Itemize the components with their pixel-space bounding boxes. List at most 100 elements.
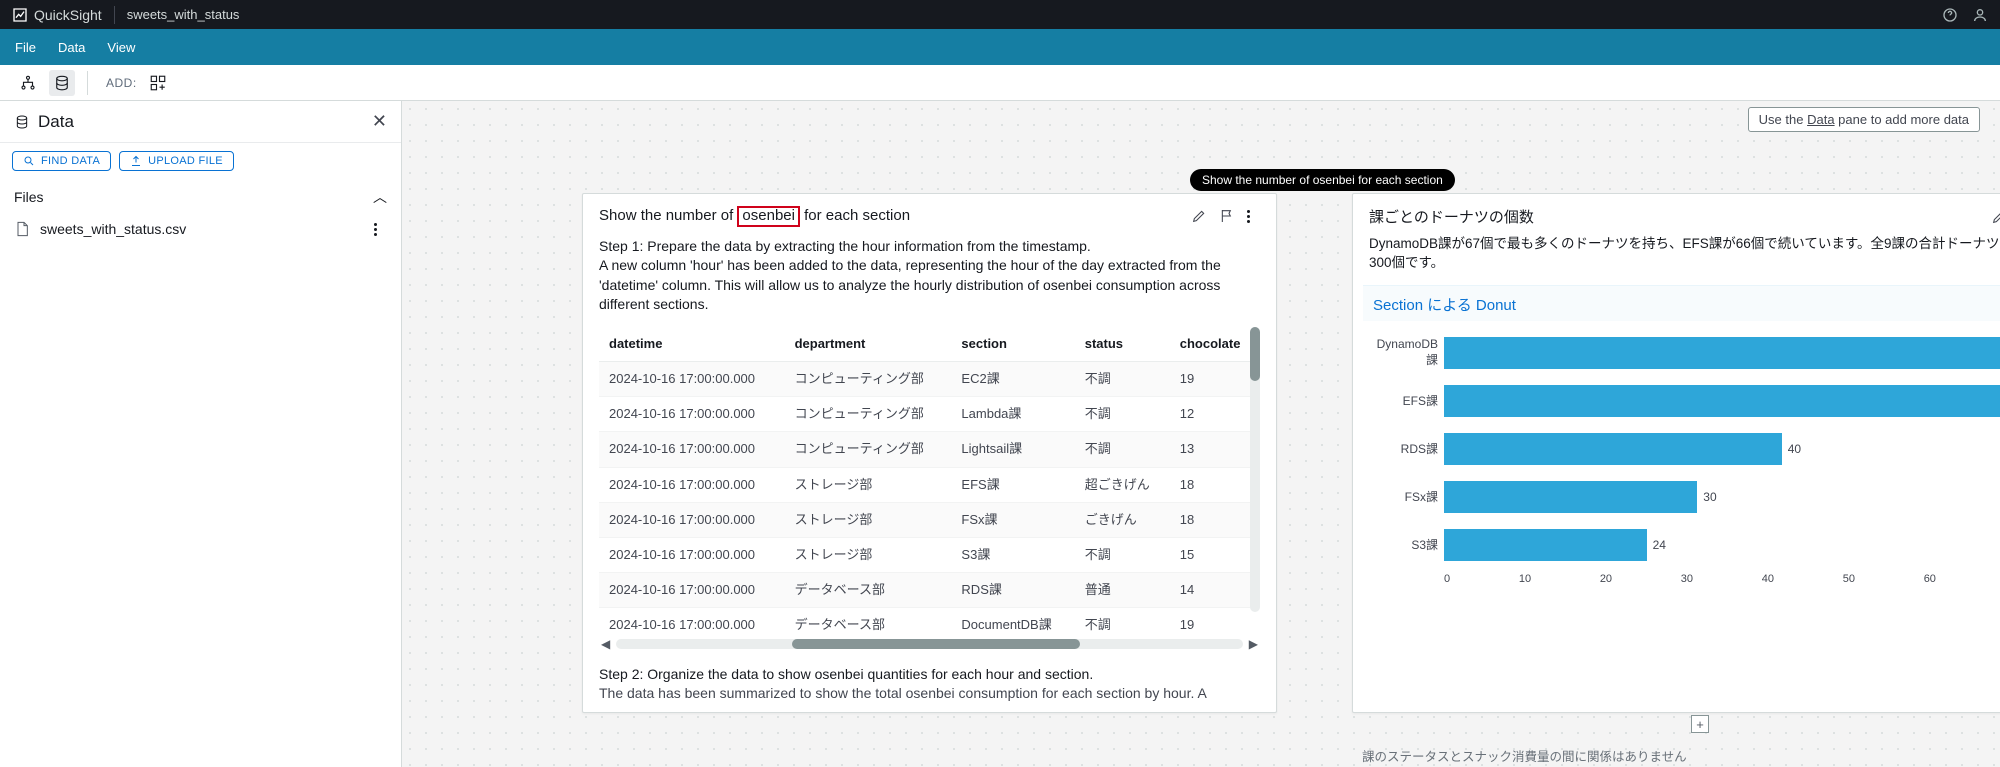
title-post: for each section — [800, 207, 910, 224]
col-section[interactable]: section — [951, 327, 1074, 362]
bar[interactable] — [1444, 385, 2000, 417]
sidebar-title: Data — [14, 112, 74, 132]
table-cell: FSx課 — [951, 502, 1074, 537]
title-highlight: osenbei — [737, 206, 800, 227]
x-tick: 40 — [1762, 573, 1774, 585]
canvas[interactable]: Use the Data pane to add more data Show … — [402, 101, 2000, 767]
right-summary: DynamoDB課が67個で最も多くのドーナツを持ち、EFS課が66個で続いてい… — [1353, 235, 2000, 279]
scroll-left-icon[interactable]: ◀ — [601, 636, 610, 653]
table-cell: 15 — [1170, 538, 1260, 573]
data-table: datetime department section status choco… — [599, 327, 1260, 634]
top-bar: QuickSight sweets_with_status — [0, 0, 2000, 29]
user-icon[interactable] — [1972, 7, 1988, 23]
table-row[interactable]: 2024-10-16 17:00:00.000コンピューティング部EC2課不調1… — [599, 362, 1260, 397]
bar[interactable] — [1444, 337, 2000, 369]
close-icon[interactable]: ✕ — [372, 111, 387, 132]
title-pre: Show the number of — [599, 207, 737, 224]
table-cell: データベース部 — [785, 608, 952, 634]
help-icon[interactable] — [1942, 7, 1958, 23]
app-logo[interactable]: QuickSight — [12, 7, 102, 23]
table-row[interactable]: 2024-10-16 17:00:00.000コンピューティング部Lambda課… — [599, 397, 1260, 432]
bar-label: S3課 — [1369, 536, 1444, 553]
banner-link[interactable]: Data — [1807, 112, 1834, 127]
hscroll-track[interactable] — [616, 639, 1243, 649]
files-section-header[interactable]: Files ︿ — [0, 179, 401, 213]
flag-icon[interactable] — [1219, 208, 1235, 224]
find-data-button[interactable]: FIND DATA — [12, 151, 111, 171]
table-cell: 不調 — [1075, 432, 1170, 467]
data-panel-icon[interactable] — [49, 70, 75, 96]
table-cell: Lambda課 — [951, 397, 1074, 432]
bar-value: 24 — [1653, 538, 1666, 552]
table-row[interactable]: 2024-10-16 17:00:00.000ストレージ部S3課不調15 — [599, 538, 1260, 573]
menu-file[interactable]: File — [15, 40, 36, 55]
hscroll-thumb[interactable] — [792, 639, 1080, 649]
bar-track: 66 — [1444, 385, 2000, 417]
sidebar-header: Data ✕ — [0, 101, 401, 143]
toolbar-divider — [87, 71, 88, 95]
col-datetime[interactable]: datetime — [599, 327, 785, 362]
table-cell: 19 — [1170, 362, 1260, 397]
chart-subtitle: Section による Donut — [1363, 285, 2000, 321]
file-name: sweets_with_status.csv — [40, 221, 186, 237]
vscroll-thumb[interactable] — [1250, 327, 1260, 381]
table-cell: 2024-10-16 17:00:00.000 — [599, 608, 785, 634]
x-tick: 60 — [1924, 573, 1936, 585]
table-row[interactable]: 2024-10-16 17:00:00.000ストレージ部FSx課ごきげん18 — [599, 502, 1260, 537]
table-row[interactable]: 2024-10-16 17:00:00.000データベース部RDS課普通14 — [599, 573, 1260, 608]
add-visual-icon[interactable] — [145, 70, 171, 96]
table-cell: Lightsail課 — [951, 432, 1074, 467]
edit-icon[interactable] — [1991, 209, 2000, 225]
search-icon — [23, 155, 35, 167]
upload-file-button[interactable]: UPLOAD FILE — [119, 151, 234, 171]
topbar-left: QuickSight sweets_with_status — [12, 6, 239, 24]
table-cell: 2024-10-16 17:00:00.000 — [599, 467, 785, 502]
bar-row: RDS課40 — [1369, 425, 2000, 473]
bar[interactable] — [1444, 529, 1647, 561]
visual-more-icon[interactable] — [1247, 210, 1260, 223]
col-chocolate[interactable]: chocolate — [1170, 327, 1260, 362]
right-footer-text: 課のステータスとスナック消費量の間に関係はありません — [1362, 746, 1687, 765]
hierarchy-icon[interactable] — [15, 70, 41, 96]
x-tick: 30 — [1681, 573, 1693, 585]
table-cell: 超ごきげん — [1075, 467, 1170, 502]
upload-file-label: UPLOAD FILE — [148, 155, 223, 167]
table-row[interactable]: 2024-10-16 17:00:00.000データベース部DocumentDB… — [599, 608, 1260, 634]
step1-line1: Step 1: Prepare the data by extracting t… — [599, 237, 1260, 257]
scroll-right-icon[interactable]: ▶ — [1249, 636, 1258, 653]
bar-value: 30 — [1703, 490, 1716, 504]
table-cell: 2024-10-16 17:00:00.000 — [599, 573, 785, 608]
visual-left[interactable]: Show the number of osenbei for each sect… — [582, 193, 1277, 713]
visual-right-icons — [1991, 209, 2000, 225]
table-cell: 12 — [1170, 397, 1260, 432]
menu-data[interactable]: Data — [58, 40, 85, 55]
menu-view[interactable]: View — [107, 40, 135, 55]
horizontal-scroll-row: ◀ ▶ — [599, 634, 1260, 659]
table-cell: DocumentDB課 — [951, 608, 1074, 634]
table-row[interactable]: 2024-10-16 17:00:00.000ストレージ部EFS課超ごきげん18 — [599, 467, 1260, 502]
table-cell: 不調 — [1075, 397, 1170, 432]
sidebar-actions: FIND DATA UPLOAD FILE — [0, 143, 401, 179]
document-title[interactable]: sweets_with_status — [127, 7, 240, 22]
bar-label: DynamoDB課 — [1369, 337, 1444, 368]
bar-track: 30 — [1444, 481, 2000, 513]
add-button[interactable]: + — [1691, 715, 1709, 733]
table-cell: RDS課 — [951, 573, 1074, 608]
more-icon[interactable] — [374, 223, 387, 236]
edit-icon[interactable] — [1191, 208, 1207, 224]
bar-row: S3課 24 — [1369, 521, 2000, 569]
visual-left-title: Show the number of osenbei for each sect… — [599, 206, 910, 227]
file-row[interactable]: sweets_with_status.csv — [0, 213, 401, 245]
bar[interactable] — [1444, 481, 1697, 513]
col-status[interactable]: status — [1075, 327, 1170, 362]
table-row[interactable]: 2024-10-16 17:00:00.000コンピューティング部Lightsa… — [599, 432, 1260, 467]
col-department[interactable]: department — [785, 327, 952, 362]
table-cell: 2024-10-16 17:00:00.000 — [599, 362, 785, 397]
table-cell: ストレージ部 — [785, 467, 952, 502]
bar[interactable] — [1444, 433, 1782, 465]
table-header-row: datetime department section status choco… — [599, 327, 1260, 362]
vertical-scrollbar[interactable] — [1250, 327, 1260, 612]
visual-right[interactable]: 課ごとのドーナツの個数 DynamoDB課が67個で最も多くのドーナツを持ち、E… — [1352, 193, 2000, 713]
table-wrap: datetime department section status choco… — [599, 327, 1260, 634]
bar-value: 40 — [1788, 442, 1801, 456]
